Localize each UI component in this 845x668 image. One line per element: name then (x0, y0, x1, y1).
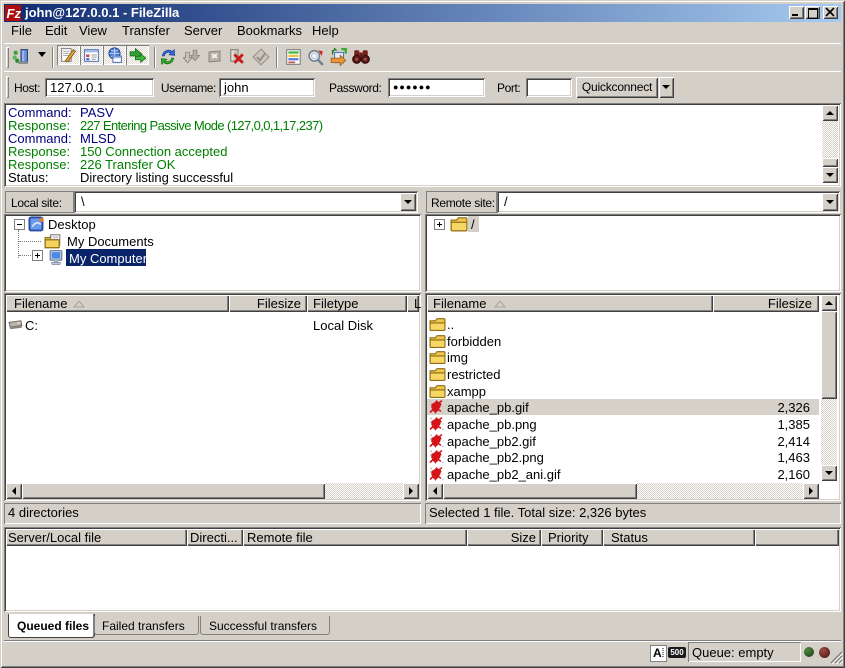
svg-text:Fz: Fz (7, 6, 22, 21)
